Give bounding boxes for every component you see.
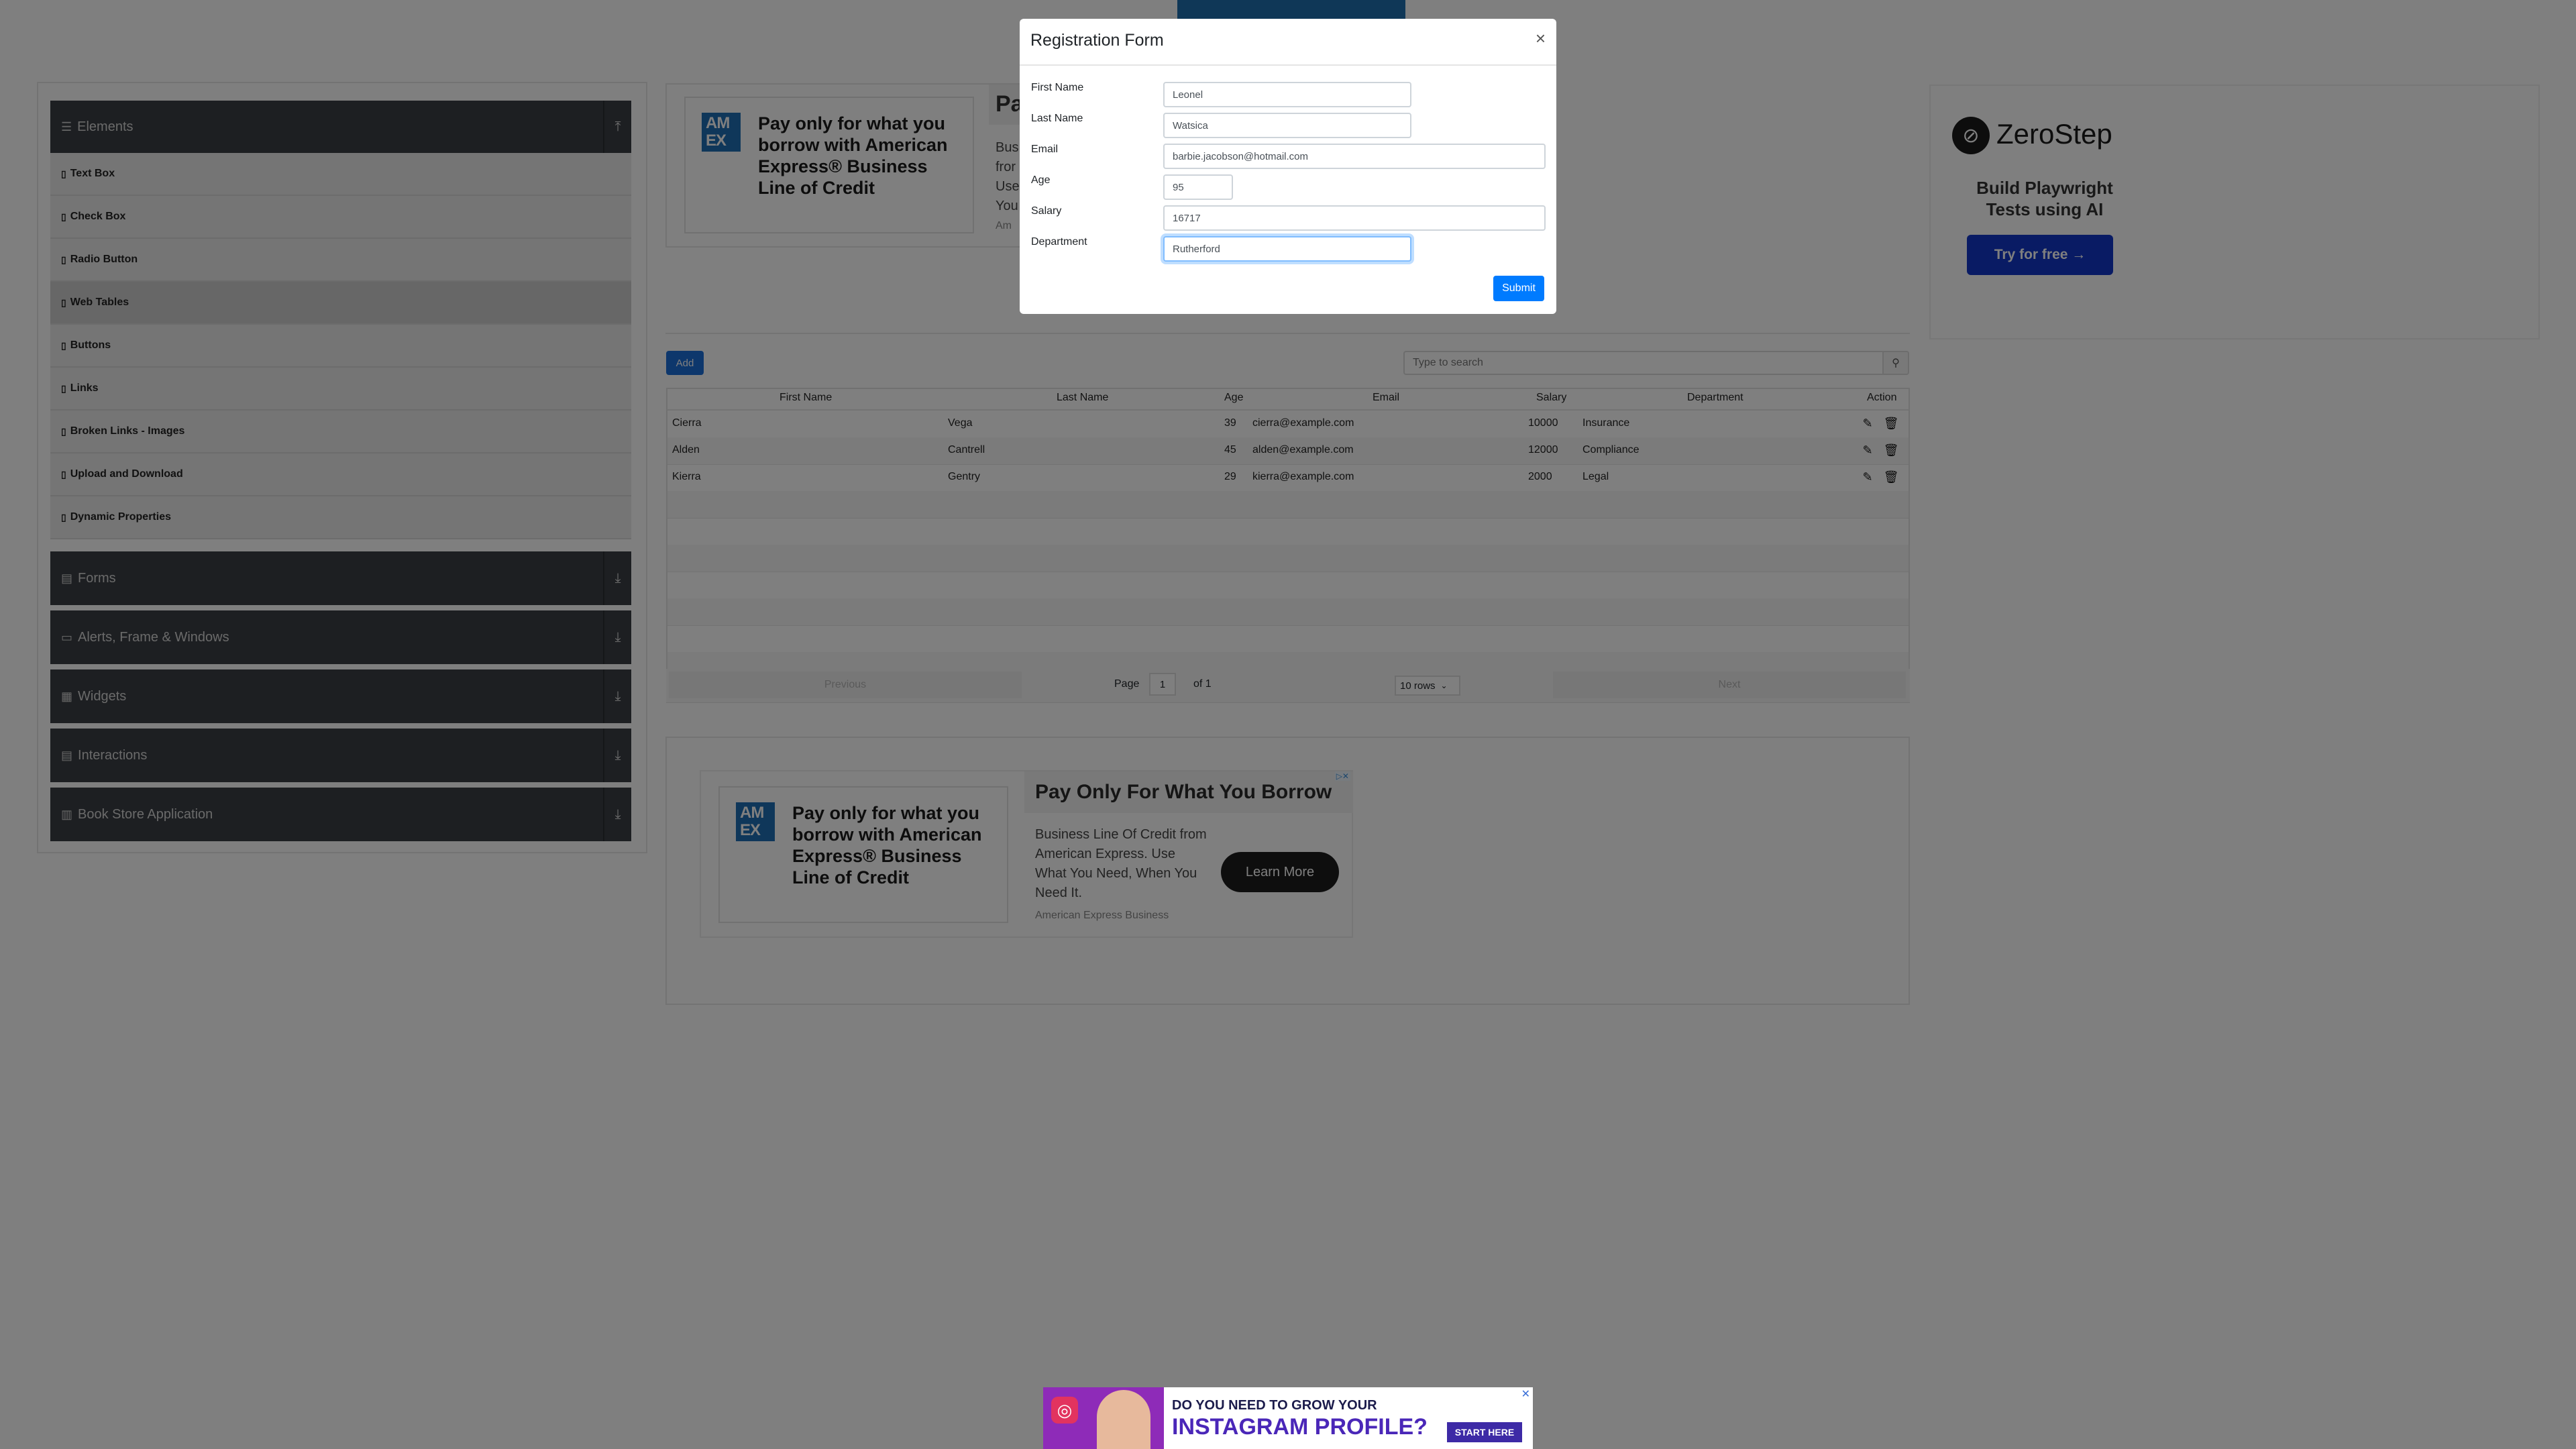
last-name-label: Last Name [1031,113,1083,124]
insta-ad-line1: DO YOU NEED TO GROW YOUR [1172,1398,1377,1413]
department-input[interactable]: Rutherford [1163,236,1411,262]
email-label: Email [1031,144,1059,155]
ad-image: ◎ [1043,1387,1164,1449]
age-input[interactable]: 95 [1163,174,1233,200]
email-input[interactable]: barbie.jacobson@hotmail.com [1163,144,1546,169]
instagram-icon: ◎ [1051,1397,1078,1424]
instagram-ad[interactable]: ◎ DO YOU NEED TO GROW YOUR INSTAGRAM PRO… [1043,1387,1533,1449]
person-image [1097,1390,1150,1449]
salary-input[interactable]: 16717 [1163,205,1546,231]
first-name-input[interactable]: Leonel [1163,82,1411,107]
salary-label: Salary [1031,205,1062,217]
insta-ad-line2: INSTAGRAM PROFILE? [1172,1414,1428,1440]
divider [1020,64,1556,66]
close-ad-icon[interactable]: ✕ [1521,1387,1530,1401]
age-label: Age [1031,174,1051,186]
close-icon[interactable]: × [1536,28,1546,49]
first-name-label: First Name [1031,82,1084,93]
modal-title: Registration Form [1030,31,1164,50]
department-label: Department [1031,236,1087,248]
submit-button[interactable]: Submit [1493,276,1544,301]
last-name-input[interactable]: Watsica [1163,113,1411,138]
registration-modal: Registration Form × First Name Leonel La… [1020,19,1556,314]
start-here-button[interactable]: START HERE [1447,1422,1522,1442]
